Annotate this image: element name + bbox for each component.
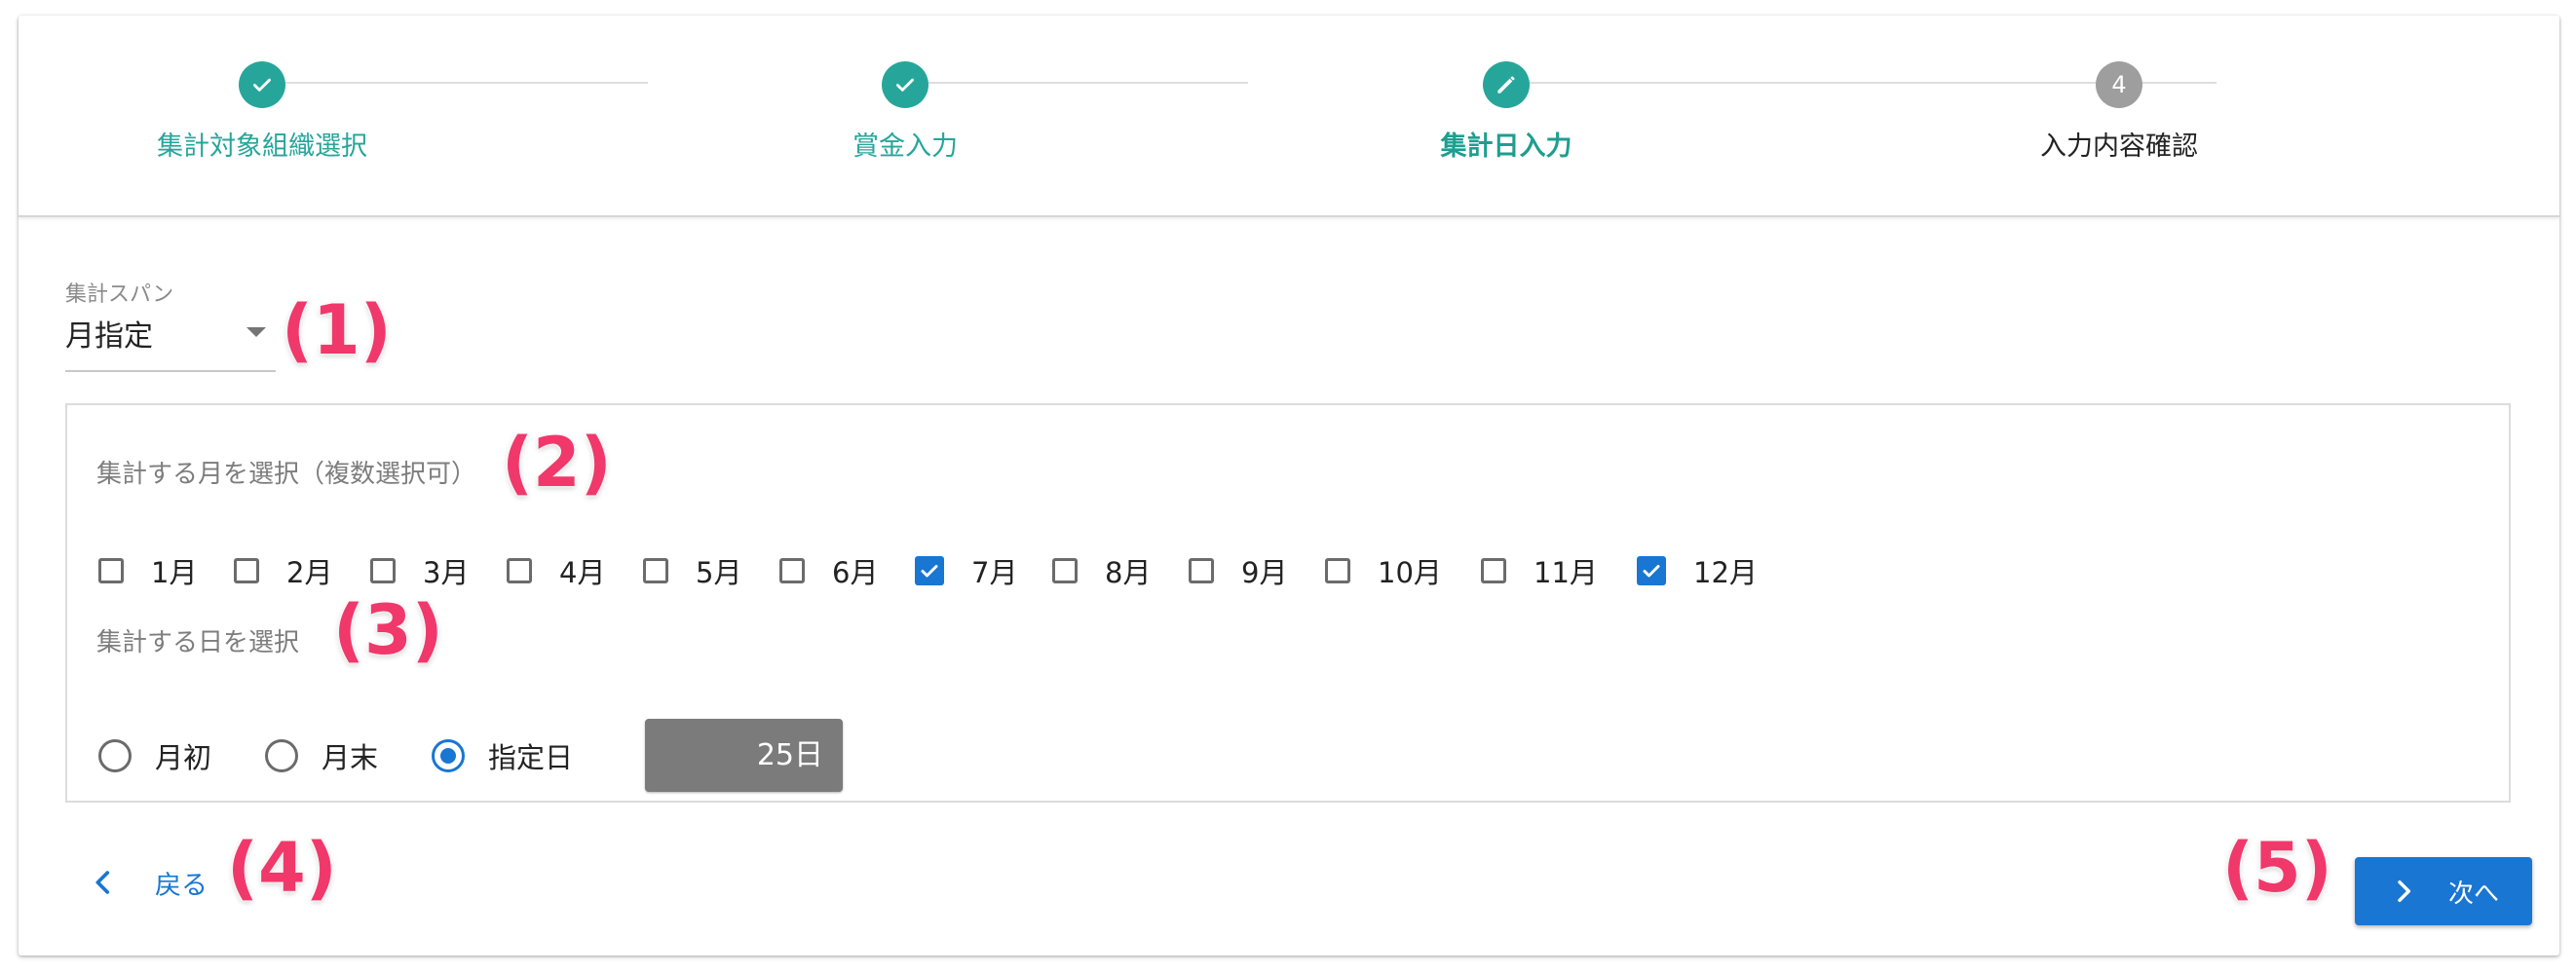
checkbox-icon bbox=[643, 558, 668, 583]
month-checkbox[interactable]: 8月 bbox=[1052, 553, 1152, 589]
radio-month-start[interactable]: 月初 bbox=[98, 736, 211, 775]
month-label: 5月 bbox=[696, 556, 742, 589]
radio-specified-day[interactable]: 指定日 bbox=[432, 736, 573, 775]
radio-label: 月末 bbox=[322, 741, 379, 774]
month-checkbox[interactable]: 6月 bbox=[779, 553, 879, 589]
checkbox-icon bbox=[370, 558, 396, 583]
month-checkbox[interactable]: 3月 bbox=[370, 553, 470, 589]
checkbox-icon bbox=[507, 558, 532, 583]
month-checkbox[interactable]: 2月 bbox=[234, 553, 333, 589]
month-label: 3月 bbox=[423, 556, 470, 589]
step-4[interactable]: 4 入力内容確認 bbox=[1875, 16, 2363, 210]
step-1[interactable]: 集計対象組織選択 bbox=[19, 16, 506, 210]
checkbox-icon bbox=[98, 558, 124, 583]
checkbox-checked-icon bbox=[1637, 556, 1666, 585]
annotation-2: (2) bbox=[502, 423, 612, 503]
next-button-label: 次へ bbox=[2448, 879, 2500, 909]
dropdown-arrow-icon bbox=[246, 327, 266, 337]
radio-label: 月初 bbox=[155, 741, 212, 774]
radio-circle bbox=[98, 739, 132, 772]
radio-month-end[interactable]: 月末 bbox=[265, 736, 378, 775]
annotation-1: (1) bbox=[282, 290, 392, 370]
month-label: 11月 bbox=[1534, 556, 1598, 589]
month-label: 8月 bbox=[1105, 556, 1152, 589]
month-label: 2月 bbox=[286, 556, 333, 589]
stepper: 集計対象組織選択 賞金入力 集計日入力 4 入力内容確認 bbox=[19, 16, 2559, 217]
step-label: 賞金入力 bbox=[852, 131, 958, 162]
checkbox-checked-icon bbox=[915, 556, 944, 585]
month-checkbox[interactable]: 12月 bbox=[1637, 553, 1758, 589]
chevron-left-icon bbox=[95, 871, 110, 894]
check-icon bbox=[882, 61, 928, 108]
step-2[interactable]: 賞金入力 bbox=[662, 16, 1149, 210]
span-select-label: 集計スパン bbox=[65, 282, 174, 307]
day-input[interactable]: 25日 bbox=[645, 719, 843, 792]
month-checkbox[interactable]: 1月 bbox=[98, 553, 198, 589]
month-label: 6月 bbox=[832, 556, 879, 589]
month-checkbox[interactable]: 4月 bbox=[507, 553, 606, 589]
months-label: 集計する月を選択（複数選択可） bbox=[96, 460, 477, 489]
month-checkbox[interactable]: 5月 bbox=[643, 553, 742, 589]
chevron-right-icon bbox=[2398, 880, 2411, 903]
next-button[interactable]: 次へ bbox=[2355, 857, 2532, 925]
checkbox-icon bbox=[1189, 558, 1214, 583]
annotation-5: (5) bbox=[2222, 828, 2332, 908]
step-3[interactable]: 集計日入力 bbox=[1263, 16, 1750, 210]
back-button[interactable]: 戻る bbox=[87, 853, 208, 912]
annotation-3: (3) bbox=[333, 590, 443, 670]
radio-circle bbox=[432, 739, 465, 772]
radio-circle bbox=[265, 739, 298, 772]
step-label: 集計対象組織選択 bbox=[157, 131, 367, 162]
annotation-4: (4) bbox=[227, 828, 337, 908]
step-number: 4 bbox=[2096, 61, 2142, 108]
month-checkbox[interactable]: 7月 bbox=[915, 553, 1018, 589]
month-checkbox[interactable]: 11月 bbox=[1481, 553, 1598, 589]
month-label: 12月 bbox=[1693, 556, 1758, 589]
back-button-label: 戻る bbox=[155, 870, 208, 901]
month-checkbox[interactable]: 10月 bbox=[1325, 553, 1442, 589]
checkbox-icon bbox=[1481, 558, 1506, 583]
month-label: 7月 bbox=[971, 556, 1018, 589]
month-label: 4月 bbox=[559, 556, 606, 589]
step-label: 入力内容確認 bbox=[2040, 131, 2198, 162]
wizard-card: 集計対象組織選択 賞金入力 集計日入力 4 入力内容確認 集計スパン 月指定 (… bbox=[19, 16, 2559, 955]
radio-label: 指定日 bbox=[488, 741, 574, 774]
checkbox-icon bbox=[234, 558, 259, 583]
month-label: 1月 bbox=[151, 556, 198, 589]
span-select-value: 月指定 bbox=[65, 319, 153, 354]
month-label: 10月 bbox=[1378, 556, 1442, 589]
checkbox-icon bbox=[1325, 558, 1350, 583]
days-label: 集計する日を選択 bbox=[96, 628, 300, 657]
checkbox-icon bbox=[779, 558, 805, 583]
pencil-icon bbox=[1483, 61, 1530, 108]
span-select[interactable]: 月指定 bbox=[65, 308, 276, 372]
step-label: 集計日入力 bbox=[1440, 131, 1572, 162]
checkbox-icon bbox=[1052, 558, 1078, 583]
month-checkbox[interactable]: 9月 bbox=[1189, 553, 1288, 589]
month-label: 9月 bbox=[1241, 556, 1288, 589]
check-icon bbox=[239, 61, 285, 108]
